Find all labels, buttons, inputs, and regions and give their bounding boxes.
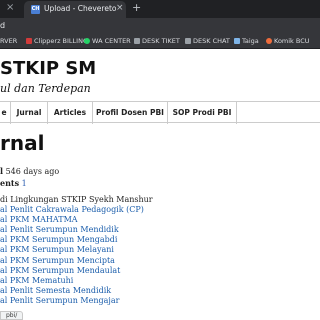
journal-link[interactable]: al PKM Serumpun Mendaulat: [0, 266, 153, 276]
journal-link[interactable]: al Penlit Serumpun Mengajar: [0, 296, 153, 306]
journal-link[interactable]: al PKM Serumpun Mengabdi: [0, 235, 153, 245]
site-tagline: ul dan Terdepan: [0, 82, 91, 95]
bookmark-wa-center[interactable]: WA CENTER: [84, 37, 131, 45]
journal-link[interactable]: al Penlit Serumpun Mendidik: [0, 225, 153, 235]
folder-icon: [185, 38, 191, 44]
clipperz-icon: [26, 38, 32, 44]
main-navbar: e Jurnal Articles Profil Dosen PBI SOP P…: [0, 101, 320, 124]
close-tab-icon[interactable]: ×: [6, 2, 14, 13]
nav-home[interactable]: e: [0, 102, 8, 124]
bookmark-desk-tiket[interactable]: DESK TIKET: [134, 37, 180, 45]
previous-tab[interactable]: ×: [0, 0, 22, 18]
nav-jurnal[interactable]: Jurnal: [11, 102, 47, 124]
whatsapp-icon: [84, 38, 90, 44]
page-comments: ents 1: [0, 178, 27, 188]
bookmark-clipperz-billing[interactable]: Clipperz BILLING: [26, 37, 88, 45]
page-heading: rnal: [0, 131, 45, 155]
active-tab[interactable]: CH Upload - Chevereto ×: [24, 1, 126, 18]
comments-count-link[interactable]: 1: [22, 179, 27, 188]
bookmarks-bar: RVER Clipperz BILLING WA CENTER DESK TIK…: [0, 34, 320, 49]
nav-profil-dosen-pbi[interactable]: Profil Dosen PBI: [93, 102, 167, 124]
list-item: di Lingkungan STKIP Syekh Manshur: [0, 195, 153, 204]
site-title[interactable]: STKIP SM: [0, 58, 96, 79]
tab-title: Upload - Chevereto: [44, 4, 117, 13]
bookmark-rver[interactable]: RVER: [0, 37, 17, 45]
journal-link[interactable]: al PKM MAHATMA: [0, 215, 153, 225]
komik-icon: [266, 38, 272, 44]
journal-link[interactable]: al Penlit Semesta Mendidik: [0, 286, 153, 296]
folder-icon: [134, 38, 140, 44]
page-updated: l 546 days ago: [0, 166, 60, 176]
nav-sop-prodi-pbi[interactable]: SOP Prodi PBI: [168, 102, 236, 124]
bookmark-komik-bcu[interactable]: Komik BCU: [266, 37, 310, 45]
link-status-bar: pbi/: [0, 311, 24, 320]
close-tab-icon[interactable]: ×: [116, 3, 124, 13]
journal-link-list: di Lingkungan STKIP Syekh Manshur al Pen…: [0, 195, 153, 306]
address-url[interactable]: d: [0, 21, 5, 30]
browser-tab-strip: × CH Upload - Chevereto × +: [0, 0, 320, 18]
nav-divider: [236, 102, 237, 124]
journal-link[interactable]: al PKM Serumpun Melayani: [0, 245, 153, 255]
journal-link[interactable]: al Penlit Cakrawala Pedagogik (CP): [0, 205, 153, 215]
journal-link[interactable]: al PKM Mematuhi: [0, 276, 153, 286]
taiga-icon: [234, 38, 240, 44]
chevereto-favicon-icon: CH: [31, 5, 40, 14]
bookmark-taiga[interactable]: Taiga: [234, 37, 259, 45]
new-tab-icon[interactable]: +: [132, 1, 141, 14]
nav-articles[interactable]: Articles: [48, 102, 92, 124]
bookmark-desk-chat[interactable]: DESK CHAT: [185, 37, 230, 45]
address-bar[interactable]: d: [0, 18, 320, 34]
journal-link[interactable]: al PKM Serumpun Mencipta: [0, 256, 153, 266]
